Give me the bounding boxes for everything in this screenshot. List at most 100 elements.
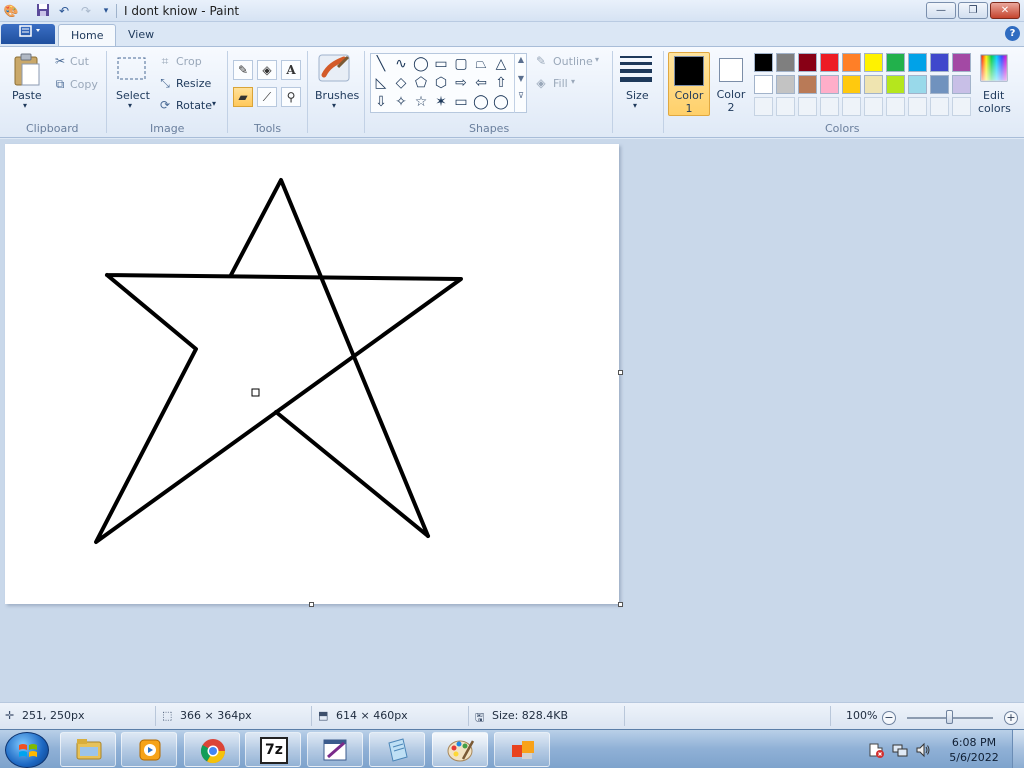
clock[interactable]: 6:08 PM 5/6/2022: [948, 735, 1000, 765]
shape-six-point-star[interactable]: ✶: [432, 93, 450, 111]
palette-color-swatch[interactable]: [908, 75, 927, 94]
paste-dropdown-arrow[interactable]: ▾: [23, 101, 27, 110]
palette-custom-slot[interactable]: [754, 97, 773, 116]
taskbar-7zip[interactable]: 7z: [245, 732, 301, 767]
cut-button[interactable]: Cut: [70, 55, 89, 68]
palette-custom-slot[interactable]: [776, 97, 795, 116]
palette-custom-slot[interactable]: [952, 97, 971, 116]
select-icon[interactable]: [116, 55, 148, 86]
edit-colors-line2[interactable]: colors: [978, 102, 1011, 115]
palette-color-swatch[interactable]: [754, 75, 773, 94]
size-button[interactable]: Size: [626, 89, 649, 102]
shape-curve[interactable]: ∿: [392, 55, 410, 73]
palette-color-swatch[interactable]: [886, 75, 905, 94]
zoom-slider-thumb[interactable]: [946, 710, 953, 724]
paint-palette-icon[interactable]: 🎨: [3, 3, 19, 19]
fill-dropdown-arrow[interactable]: ▾: [571, 77, 575, 86]
redo-icon[interactable]: ↷: [78, 3, 94, 19]
show-desktop-button[interactable]: [1012, 730, 1024, 768]
palette-custom-slot[interactable]: [820, 97, 839, 116]
expand-icon[interactable]: ⊽: [515, 91, 527, 100]
pencil-icon[interactable]: ✎: [233, 60, 253, 80]
palette-color-swatch[interactable]: [930, 75, 949, 94]
palette-custom-slot[interactable]: [842, 97, 861, 116]
fill-bucket-icon[interactable]: ◈: [257, 60, 277, 80]
drawing-canvas[interactable]: [5, 144, 619, 604]
minimize-button[interactable]: —: [926, 2, 956, 19]
zoom-out-button[interactable]: −: [882, 711, 896, 725]
rotate-button[interactable]: Rotate: [176, 99, 212, 112]
resize-button[interactable]: Resize: [176, 77, 211, 90]
taskbar-explorer[interactable]: [60, 732, 116, 767]
taskbar-chrome[interactable]: [184, 732, 240, 767]
paint-menu-button[interactable]: [1, 24, 55, 44]
brushes-icon[interactable]: [318, 53, 352, 88]
paste-icon[interactable]: [12, 53, 42, 90]
palette-color-swatch[interactable]: [798, 53, 817, 72]
shape-hexagon[interactable]: ⬡: [432, 74, 450, 92]
select-button[interactable]: Select: [116, 89, 150, 102]
color-2-button[interactable]: Color 2: [710, 52, 752, 116]
action-center-icon[interactable]: [868, 742, 884, 761]
taskbar-media-player[interactable]: [121, 732, 177, 767]
shape-oval-callout[interactable]: ◯: [472, 93, 490, 111]
palette-color-swatch[interactable]: [842, 53, 861, 72]
size-icon[interactable]: [619, 53, 653, 86]
palette-color-swatch[interactable]: [930, 53, 949, 72]
palette-custom-slot[interactable]: [908, 97, 927, 116]
magnifier-icon[interactable]: ⚲: [281, 87, 301, 107]
text-icon[interactable]: A: [281, 60, 301, 80]
outline-dropdown-arrow[interactable]: ▾: [595, 55, 599, 64]
palette-color-swatch[interactable]: [798, 75, 817, 94]
shape-rect-callout[interactable]: ▭: [452, 93, 470, 111]
rotate-dropdown-arrow[interactable]: ▾: [212, 99, 216, 108]
palette-color-swatch[interactable]: [820, 75, 839, 94]
volume-icon[interactable]: [915, 742, 931, 761]
palette-custom-slot[interactable]: [864, 97, 883, 116]
save-icon[interactable]: [35, 3, 51, 19]
shape-oval[interactable]: ◯: [412, 55, 430, 73]
network-icon[interactable]: [892, 742, 908, 761]
size-dropdown-arrow[interactable]: ▾: [633, 101, 637, 110]
palette-color-swatch[interactable]: [842, 75, 861, 94]
undo-icon[interactable]: ↶: [56, 3, 72, 19]
palette-color-swatch[interactable]: [754, 53, 773, 72]
taskbar-notepad[interactable]: [369, 732, 425, 767]
taskbar-paint[interactable]: [432, 732, 488, 767]
edit-colors-line1[interactable]: Edit: [983, 89, 1004, 102]
taskbar-paint-brush-app[interactable]: [307, 732, 363, 767]
shape-triangle[interactable]: △: [492, 55, 510, 73]
color-1-button[interactable]: Color 1: [668, 52, 710, 116]
outline-button[interactable]: Outline: [553, 55, 593, 68]
resize-handle-right[interactable]: [618, 370, 623, 375]
palette-custom-slot[interactable]: [886, 97, 905, 116]
brushes-button[interactable]: Brushes: [315, 89, 359, 102]
tab-view[interactable]: View: [116, 24, 166, 46]
shape-five-point-star[interactable]: ☆: [412, 93, 430, 111]
palette-color-swatch[interactable]: [820, 53, 839, 72]
palette-color-swatch[interactable]: [776, 53, 795, 72]
palette-color-swatch[interactable]: [776, 75, 795, 94]
eraser-icon[interactable]: ▰: [233, 87, 253, 107]
palette-color-swatch[interactable]: [952, 75, 971, 94]
shape-left-arrow[interactable]: ⇦: [472, 74, 490, 92]
shape-up-arrow[interactable]: ⇧: [492, 74, 510, 92]
shape-cloud-callout[interactable]: ◯: [492, 93, 510, 111]
shapes-scrollbar[interactable]: ▲ ▼ ⊽: [514, 53, 527, 113]
shape-right-arrow[interactable]: ⇨: [452, 74, 470, 92]
maximize-button[interactable]: ❐: [958, 2, 988, 19]
resize-handle-corner[interactable]: [618, 602, 623, 607]
shape-polygon[interactable]: ⏢: [472, 55, 490, 73]
shape-pentagon[interactable]: ⬠: [412, 74, 430, 92]
zoom-in-button[interactable]: +: [1004, 711, 1018, 725]
dropdown-arrow-icon[interactable]: ▾: [98, 3, 114, 19]
start-button[interactable]: [5, 732, 49, 768]
color-picker-icon[interactable]: ⟋: [257, 87, 277, 107]
palette-color-swatch[interactable]: [886, 53, 905, 72]
help-icon[interactable]: ?: [1005, 26, 1020, 41]
palette-custom-slot[interactable]: [930, 97, 949, 116]
shape-line[interactable]: ╲: [372, 55, 390, 73]
palette-color-swatch[interactable]: [952, 53, 971, 72]
tab-home[interactable]: Home: [58, 24, 117, 46]
crop-button[interactable]: Crop: [176, 55, 202, 68]
